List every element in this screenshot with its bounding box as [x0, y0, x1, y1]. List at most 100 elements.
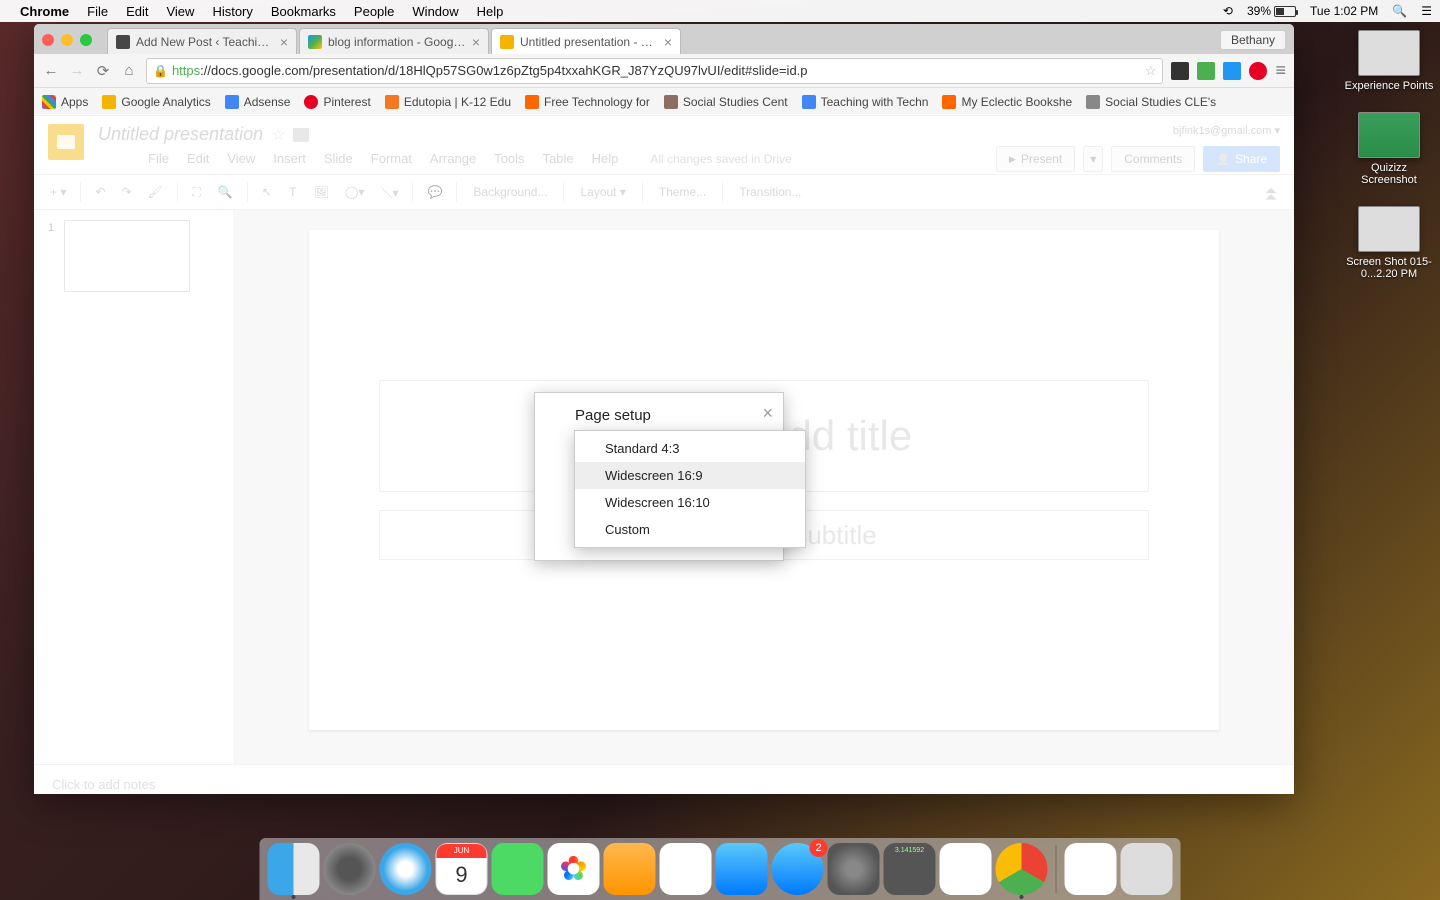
new-slide-button[interactable]: + ▾ [44, 179, 72, 205]
dropbox-icon[interactable]: ⟲ [1223, 4, 1233, 18]
dock-slides-file-icon[interactable] [1065, 843, 1117, 895]
pinterest-extension-icon[interactable] [1249, 62, 1267, 80]
transition-button[interactable]: Transition... [731, 181, 809, 203]
select-tool-button[interactable]: ↖ [256, 179, 278, 205]
home-button[interactable]: ⌂ [120, 62, 138, 80]
comment-tool-button[interactable]: 💬 [421, 179, 448, 205]
redo-button[interactable]: ↷ [115, 179, 137, 205]
theme-button[interactable]: Theme... [651, 181, 714, 203]
star-document-icon[interactable]: ☆ [271, 125, 285, 145]
dock-twitter-icon[interactable] [940, 843, 992, 895]
zoom-tool-button[interactable]: 🔍 [212, 179, 239, 205]
share-button[interactable]: Share [1203, 146, 1280, 172]
dock-finder-icon[interactable] [268, 843, 320, 895]
app-menu[interactable]: Chrome [20, 4, 69, 19]
textbox-tool-button[interactable]: T [282, 179, 304, 205]
menu-file[interactable]: File [148, 151, 169, 166]
dock-messages-icon[interactable] [492, 843, 544, 895]
dropdown-option-widescreen-169[interactable]: Widescreen 16:9 [575, 462, 805, 489]
menu-slide[interactable]: Slide [324, 151, 353, 166]
spotlight-icon[interactable]: 🔍 [1392, 4, 1407, 18]
present-dropdown-button[interactable]: ▾ [1083, 146, 1103, 172]
maximize-window-button[interactable] [80, 34, 92, 46]
battery-status[interactable]: 39% [1247, 4, 1296, 18]
dock-launchpad-icon[interactable] [324, 843, 376, 895]
menu-arrange[interactable]: Arrange [430, 151, 476, 166]
menu-edit[interactable]: Edit [126, 4, 148, 19]
zoom-fit-button[interactable]: ⛶ [186, 179, 208, 205]
comments-button[interactable]: Comments [1111, 146, 1195, 172]
shape-tool-button[interactable]: ◯▾ [339, 179, 370, 205]
desktop-file[interactable]: Quizizz Screenshot [1344, 112, 1434, 186]
bookmark-item[interactable]: Free Technology for [525, 95, 650, 109]
menu-view[interactable]: View [227, 151, 255, 166]
dock-calendar-icon[interactable]: JUN 9 [436, 843, 488, 895]
bookmark-item[interactable]: Google Analytics [102, 95, 210, 109]
chrome-menu-icon[interactable]: ≡ [1275, 60, 1286, 81]
notification-center-icon[interactable]: ☰ [1421, 4, 1432, 18]
browser-tab[interactable]: blog information - Google D × [299, 28, 489, 54]
menu-format[interactable]: Format [371, 151, 412, 166]
menu-history[interactable]: History [212, 4, 252, 19]
undo-button[interactable]: ↶ [89, 179, 111, 205]
line-tool-button[interactable]: ＼▾ [374, 179, 404, 205]
move-to-folder-icon[interactable] [293, 128, 309, 142]
tab-close-icon[interactable]: × [664, 34, 672, 50]
filmstrip[interactable]: 1 [34, 210, 234, 764]
dock-appstore-icon[interactable]: 2 [772, 843, 824, 895]
clock[interactable]: Tue 1:02 PM [1310, 4, 1378, 18]
dock-settings-icon[interactable] [828, 843, 880, 895]
chrome-profile-button[interactable]: Bethany [1220, 30, 1286, 50]
speaker-notes[interactable]: Click to add notes [34, 764, 1294, 794]
tab-close-icon[interactable]: × [472, 34, 480, 50]
dock-chrome-icon[interactable] [996, 843, 1048, 895]
bookmark-item[interactable]: Edutopia | K-12 Edu [385, 95, 511, 109]
present-button[interactable]: Present [996, 146, 1075, 172]
dock-numbers-icon[interactable] [660, 843, 712, 895]
omnibox[interactable]: 🔒 https://docs.google.com/presentation/d… [146, 58, 1163, 84]
menu-tools[interactable]: Tools [494, 151, 524, 166]
close-window-button[interactable] [42, 34, 54, 46]
slides-logo-icon[interactable] [48, 124, 84, 160]
collapse-toolbar-icon[interactable] [1258, 178, 1284, 207]
menu-insert[interactable]: Insert [273, 151, 306, 166]
menu-view[interactable]: View [166, 4, 194, 19]
browser-tab-active[interactable]: Untitled presentation - Goo × [491, 28, 681, 54]
extension-icon[interactable] [1197, 62, 1215, 80]
extension-icon[interactable] [1171, 62, 1189, 80]
dock-safari-icon[interactable] [380, 843, 432, 895]
dock-calculator-icon[interactable]: 3.141592 [884, 843, 936, 895]
slide-thumbnail[interactable] [64, 220, 190, 292]
dock-keynote-icon[interactable] [716, 843, 768, 895]
menu-window[interactable]: Window [412, 4, 458, 19]
dropdown-option-standard[interactable]: Standard 4:3 [575, 435, 805, 462]
bookmark-star-icon[interactable]: ☆ [1145, 63, 1157, 79]
menu-file[interactable]: File [87, 4, 108, 19]
dock-pages-icon[interactable] [604, 843, 656, 895]
menu-help[interactable]: Help [477, 4, 504, 19]
background-button[interactable]: Background... [465, 181, 555, 203]
bookmark-apps[interactable]: Apps [42, 95, 88, 109]
user-email[interactable]: bjfink1s@gmail.com [1173, 124, 1280, 137]
extension-icon[interactable] [1223, 62, 1241, 80]
paint-format-button[interactable]: 🖌 [142, 179, 169, 205]
menu-edit[interactable]: Edit [187, 151, 209, 166]
desktop-file[interactable]: Experience Points [1344, 30, 1434, 92]
tab-close-icon[interactable]: × [280, 34, 288, 50]
menu-help[interactable]: Help [592, 151, 619, 166]
layout-button[interactable]: Layout ▾ [572, 181, 633, 203]
menu-bookmarks[interactable]: Bookmarks [271, 4, 336, 19]
minimize-window-button[interactable] [61, 34, 73, 46]
menu-table[interactable]: Table [543, 151, 574, 166]
forward-button[interactable]: → [68, 62, 86, 80]
bookmark-item[interactable]: Pinterest [304, 95, 370, 109]
bookmark-item[interactable]: Social Studies Cent [664, 95, 788, 109]
bookmark-item[interactable]: Adsense [225, 95, 291, 109]
menu-people[interactable]: People [354, 4, 394, 19]
dropdown-option-widescreen-1610[interactable]: Widescreen 16:10 [575, 489, 805, 516]
dock-photos-icon[interactable] [548, 843, 600, 895]
dock-trash-icon[interactable] [1121, 843, 1173, 895]
image-tool-button[interactable]: 🖼 [308, 179, 335, 205]
bookmark-item[interactable]: Social Studies CLE's [1086, 95, 1216, 109]
dropdown-option-custom[interactable]: Custom [575, 516, 805, 543]
